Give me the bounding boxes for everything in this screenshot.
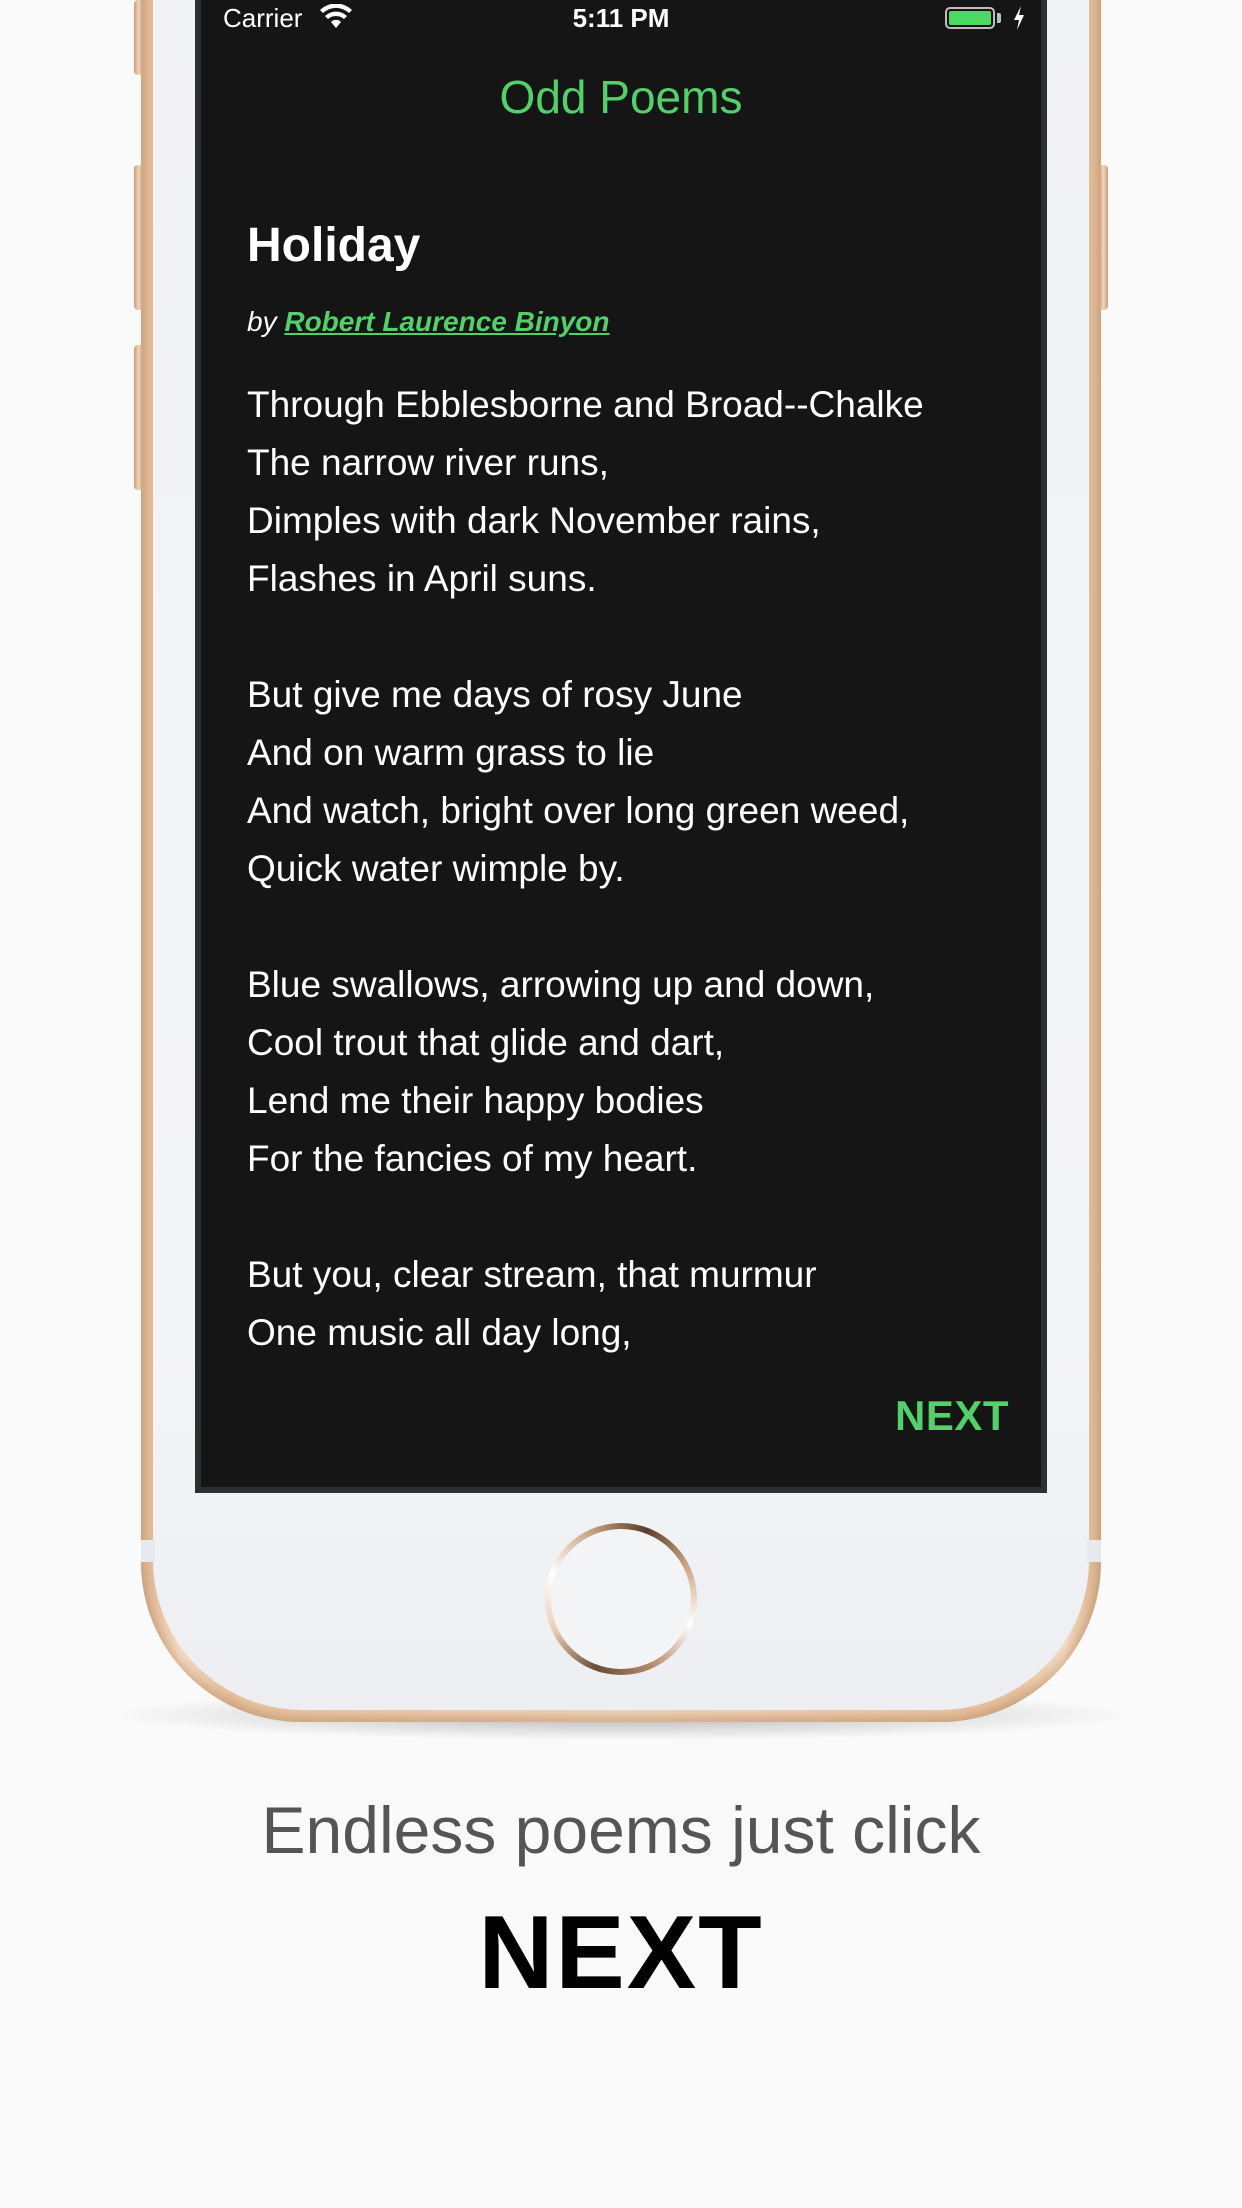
poem-stanza: Through Ebblesborne and Broad--Chalke Th… xyxy=(247,376,1027,608)
poem-title: Holiday xyxy=(247,219,421,272)
home-button-icon[interactable] xyxy=(545,1523,697,1675)
poem-line: Cool trout that glide and dart, xyxy=(247,1022,725,1063)
poem-line: One music all day long, xyxy=(247,1312,632,1353)
promo-caption: Endless poems just click xyxy=(261,1793,981,1867)
poem-line: Blue swallows, arrowing up and down, xyxy=(247,964,875,1005)
byline-prefix: by xyxy=(247,306,277,337)
next-button[interactable]: NEXT xyxy=(895,1392,1009,1440)
battery-level xyxy=(949,11,991,25)
poem-body: Through Ebblesborne and Broad--Chalke Th… xyxy=(247,376,1027,1362)
battery-tip xyxy=(997,13,1001,23)
poem-byline: by Robert Laurence Binyon xyxy=(247,306,610,338)
volume-up-button xyxy=(134,165,143,310)
poem-stanza: But give me days of rosy June And on war… xyxy=(247,666,1027,898)
poem-line: Through Ebblesborne and Broad--Chalke xyxy=(247,384,924,425)
poem-stanza: Blue swallows, arrowing up and down, Coo… xyxy=(247,956,1027,1188)
poem-line: Lend me their happy bodies xyxy=(247,1080,704,1121)
battery-icon xyxy=(945,7,995,29)
app-store-screenshot: Carrier 5:11 PM Odd Poems Holiday by Rob… xyxy=(0,0,1242,2208)
antenna-band-left xyxy=(141,1540,155,1562)
home-button-face xyxy=(551,1529,691,1669)
poem-stanza: But you, clear stream, that murmur One m… xyxy=(247,1246,1027,1362)
poem-line: But you, clear stream, that murmur xyxy=(247,1254,817,1295)
volume-down-button xyxy=(134,345,143,490)
poem-line: Dimples with dark November rains, xyxy=(247,500,821,541)
poem-line: The narrow river runs, xyxy=(247,442,609,483)
poem-line: But give me days of rosy June xyxy=(247,674,743,715)
charging-bolt-icon xyxy=(1014,6,1024,30)
status-bar: Carrier 5:11 PM xyxy=(201,0,1041,40)
poem-line: Flashes in April suns. xyxy=(247,558,597,599)
status-time: 5:11 PM xyxy=(572,3,670,33)
phone-screen: Carrier 5:11 PM Odd Poems Holiday by Rob… xyxy=(195,0,1047,1493)
antenna-band-right xyxy=(1087,1540,1101,1562)
mute-switch xyxy=(134,0,143,75)
power-button xyxy=(1099,165,1108,310)
poem-line: Quick water wimple by. xyxy=(247,848,625,889)
promo-caption-emphasis: NEXT xyxy=(478,1895,764,2011)
poem-line: For the fancies of my heart. xyxy=(247,1138,698,1179)
author-link[interactable]: Robert Laurence Binyon xyxy=(284,306,609,337)
poem-line: And on warm grass to lie xyxy=(247,732,655,773)
app-title: Odd Poems xyxy=(499,71,743,123)
poem-line: And watch, bright over long green weed, xyxy=(247,790,910,831)
